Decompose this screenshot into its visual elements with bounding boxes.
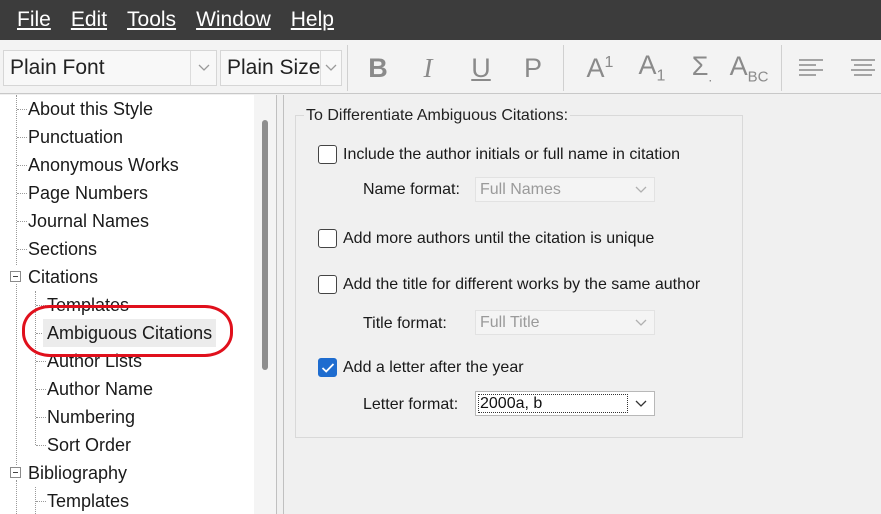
bold-button[interactable]: B bbox=[360, 50, 396, 86]
tree-item-bibliography-templates[interactable]: Templates bbox=[43, 487, 133, 514]
pane-splitter[interactable] bbox=[276, 95, 284, 514]
menu-tools[interactable]: Tools bbox=[127, 8, 176, 32]
letter-checkbox[interactable] bbox=[318, 358, 337, 377]
collapse-icon[interactable] bbox=[10, 467, 21, 478]
menu-edit-label: Edit bbox=[70, 8, 108, 31]
align-justify-button[interactable] bbox=[847, 50, 879, 86]
title-format-value: Full Title bbox=[480, 313, 540, 331]
font-combo-value: Plain Font bbox=[10, 56, 105, 79]
superscript-icon: A1 bbox=[586, 52, 614, 83]
more-authors-option[interactable]: Add more authors until the citation is u… bbox=[318, 229, 654, 248]
menu-file[interactable]: File bbox=[17, 8, 51, 32]
italic-button[interactable]: I bbox=[410, 50, 446, 86]
subscript-button[interactable]: A1 bbox=[632, 50, 672, 86]
italic-icon: I bbox=[423, 52, 433, 83]
tree-item-sections[interactable]: Sections bbox=[24, 235, 101, 263]
title-label: Add the title for different works by the… bbox=[343, 275, 701, 293]
chevron-down-icon[interactable] bbox=[628, 319, 654, 327]
symbol-button[interactable]: Σ. bbox=[684, 50, 720, 86]
tree-item-numbering[interactable]: Numbering bbox=[43, 403, 139, 431]
smallcaps-button[interactable]: ABC bbox=[728, 50, 770, 86]
checkmark-icon bbox=[321, 362, 334, 373]
highlight-annotation bbox=[22, 305, 233, 357]
tree-item-punctuation[interactable]: Punctuation bbox=[24, 123, 127, 151]
chevron-down-icon[interactable] bbox=[628, 186, 654, 194]
tree-item-page-numbers[interactable]: Page Numbers bbox=[24, 179, 152, 207]
subscript-icon: A1 bbox=[638, 50, 666, 85]
toolbar-separator bbox=[563, 45, 564, 91]
name-format-select[interactable]: Full Names bbox=[475, 177, 655, 202]
letter-option[interactable]: Add a letter after the year bbox=[318, 358, 524, 377]
tree-item-author-name[interactable]: Author Name bbox=[43, 375, 157, 403]
menu-window[interactable]: Window bbox=[196, 8, 271, 32]
menu-window-label: Window bbox=[196, 8, 271, 31]
toolbar-separator bbox=[347, 45, 348, 91]
title-checkbox[interactable] bbox=[318, 275, 337, 294]
tree-connector bbox=[16, 480, 17, 514]
tree-connector bbox=[16, 284, 17, 465]
tree-item-about[interactable]: About this Style bbox=[24, 95, 157, 123]
group-title: To Differentiate Ambiguous Citations: bbox=[304, 107, 571, 125]
initials-label: Include the author initials or full name… bbox=[343, 145, 681, 163]
ambiguous-citations-panel: To Differentiate Ambiguous Citations: In… bbox=[284, 95, 881, 514]
tree-item-sort-order[interactable]: Sort Order bbox=[43, 431, 135, 459]
menu-tools-label: Tools bbox=[127, 8, 177, 31]
underline-icon: U bbox=[471, 52, 491, 83]
toolbar-separator bbox=[781, 45, 782, 91]
menu-file-label: File bbox=[17, 8, 51, 31]
plain-button[interactable]: P bbox=[515, 50, 551, 86]
chevron-down-icon[interactable] bbox=[628, 400, 654, 408]
tree-item-anonymous-works[interactable]: Anonymous Works bbox=[24, 151, 183, 179]
title-option[interactable]: Add the title for different works by the… bbox=[318, 275, 700, 294]
tree-item-citations[interactable]: Citations bbox=[24, 263, 102, 291]
chevron-down-icon[interactable] bbox=[320, 51, 341, 85]
menu-edit[interactable]: Edit bbox=[71, 8, 107, 32]
size-combo-value: Plain Size bbox=[227, 56, 321, 79]
letter-format-label: Letter format: bbox=[363, 396, 459, 413]
more-authors-checkbox[interactable] bbox=[318, 229, 337, 248]
align-left-icon bbox=[799, 59, 823, 76]
align-justify-icon bbox=[851, 59, 875, 76]
menu-bar: File Edit Tools Window Help bbox=[0, 0, 881, 40]
menu-help[interactable]: Help bbox=[291, 8, 334, 32]
align-left-button[interactable] bbox=[795, 50, 827, 86]
name-format-value: Full Names bbox=[480, 180, 561, 198]
more-authors-label: Add more authors until the citation is u… bbox=[343, 229, 655, 247]
tree-connector bbox=[16, 95, 17, 265]
tree-item-journal-names[interactable]: Journal Names bbox=[24, 207, 153, 235]
plain-icon: P bbox=[523, 52, 542, 83]
superscript-button[interactable]: A1 bbox=[580, 50, 620, 86]
format-toolbar: Plain Font Plain Size B I U P A1 A1 Σ. A… bbox=[0, 40, 881, 94]
collapse-icon[interactable] bbox=[10, 271, 21, 282]
size-combo[interactable]: Plain Size bbox=[220, 50, 342, 86]
tree-item-bibliography[interactable]: Bibliography bbox=[24, 459, 131, 487]
chevron-down-icon[interactable] bbox=[190, 51, 216, 85]
smallcaps-icon: ABC bbox=[729, 50, 769, 86]
letter-label: Add a letter after the year bbox=[343, 358, 524, 376]
letter-format-select[interactable]: 2000a, b bbox=[475, 391, 655, 416]
initials-option[interactable]: Include the author initials or full name… bbox=[318, 145, 680, 164]
name-format-label: Name format: bbox=[363, 181, 460, 198]
font-combo[interactable]: Plain Font bbox=[3, 50, 217, 86]
menu-help-label: Help bbox=[290, 8, 334, 31]
bold-icon: B bbox=[368, 52, 388, 83]
underline-button[interactable]: U bbox=[463, 50, 499, 86]
initials-checkbox[interactable] bbox=[318, 145, 337, 164]
title-format-select[interactable]: Full Title bbox=[475, 310, 655, 335]
focus-rect bbox=[478, 394, 628, 413]
tree-scroll-thumb[interactable] bbox=[262, 120, 268, 370]
title-format-label: Title format: bbox=[363, 315, 447, 332]
sigma-icon: Σ. bbox=[691, 51, 713, 85]
